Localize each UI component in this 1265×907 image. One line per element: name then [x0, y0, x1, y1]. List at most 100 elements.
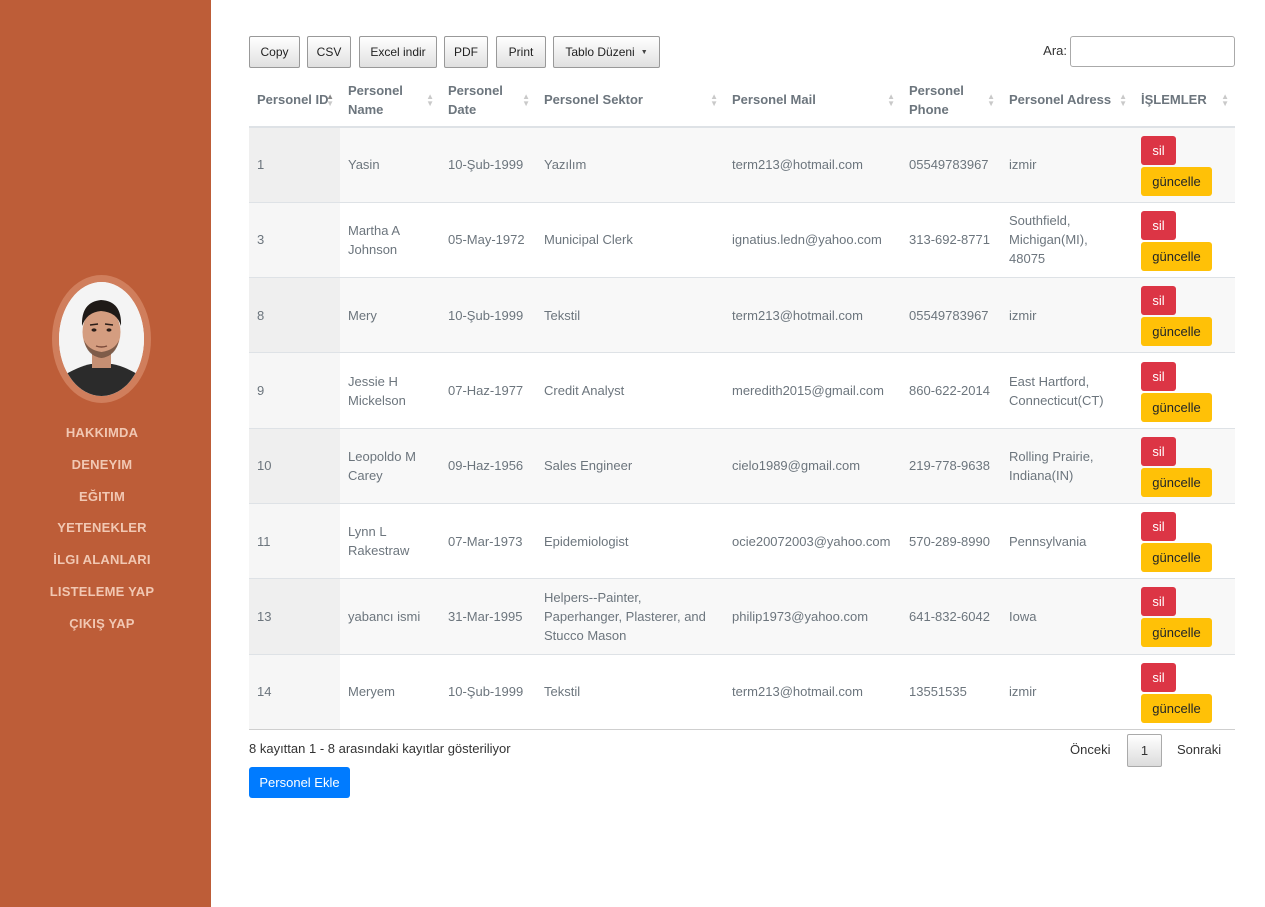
- column-header-actions[interactable]: İŞLEMLER ▲ ▼: [1133, 73, 1235, 128]
- cell-mail: term213@hotmail.com: [724, 653, 901, 730]
- previous-page-button[interactable]: Önceki: [1070, 742, 1110, 757]
- cell-date: 07-Haz-1977: [440, 352, 536, 429]
- add-personnel-button[interactable]: Personel Ekle: [249, 767, 350, 798]
- sort-icon: ▲ ▼: [326, 91, 334, 108]
- cell-id: 9: [249, 352, 340, 429]
- cell-actions: sil güncelle: [1133, 277, 1235, 353]
- caret-down-icon: ▼: [640, 48, 648, 56]
- cell-sector: Sales Engineer: [536, 427, 724, 504]
- cell-address: Southfield, Michigan(MI), 48075: [1001, 201, 1133, 278]
- cell-mail: ocie20072003@yahoo.com: [724, 502, 901, 579]
- cell-name: yabancı ismi: [340, 578, 440, 655]
- update-button[interactable]: güncelle: [1141, 693, 1212, 723]
- cell-address: izmir: [1001, 277, 1133, 353]
- delete-button[interactable]: sil: [1141, 587, 1176, 617]
- page-number-button[interactable]: 1: [1127, 734, 1162, 767]
- column-layout-dropdown[interactable]: Tablo Düzeni ▼: [553, 36, 660, 68]
- column-header-name[interactable]: Personel Name ▲ ▼: [340, 73, 440, 128]
- cell-id: 8: [249, 277, 340, 353]
- nav-item-listeleme-yap[interactable]: LISTELEME YAP: [0, 581, 204, 613]
- search-label: Ara:: [1043, 43, 1067, 58]
- nav-item-egitim[interactable]: EĞITIM: [0, 486, 204, 518]
- nav-item-deneyim[interactable]: DENEYIM: [0, 454, 204, 486]
- cell-phone: 05549783967: [901, 277, 1001, 353]
- cell-actions: sil güncelle: [1133, 578, 1235, 655]
- table-row: 8 Mery 10-Şub-1999 Tekstil term213@hotmail.c…: [249, 277, 1235, 353]
- sort-icon: ▲ ▼: [522, 91, 530, 108]
- column-header-mail[interactable]: Personel Mail ▲ ▼: [724, 73, 901, 128]
- cell-mail: term213@hotmail.com: [724, 277, 901, 353]
- update-button[interactable]: güncelle: [1141, 241, 1212, 271]
- table-row: 14 Meryem 10-Şub-1999 Tekstil term213@hotmai…: [249, 653, 1235, 730]
- column-header-date[interactable]: Personel Date ▲ ▼: [440, 73, 536, 128]
- cell-address: Pennsylvania: [1001, 502, 1133, 579]
- profile-photo-frame: [52, 275, 151, 403]
- cell-phone: 13551535: [901, 653, 1001, 730]
- column-header-id[interactable]: Personel ID ▲ ▼: [249, 73, 340, 128]
- nav-item-yetenekler[interactable]: YETENEKLER: [0, 517, 204, 549]
- sidebar-nav: HAKKIMDA DENEYIM EĞITIM YETENEKLER İLGI …: [0, 422, 204, 645]
- update-button[interactable]: güncelle: [1141, 618, 1212, 648]
- cell-id: 14: [249, 653, 340, 730]
- personnel-table: Personel ID ▲ ▼ Personel Name ▲ ▼ Personel D…: [249, 73, 1235, 730]
- update-button[interactable]: güncelle: [1141, 467, 1212, 497]
- cell-name: Lynn L Rakestraw: [340, 502, 440, 579]
- pdf-button[interactable]: PDF: [444, 36, 488, 68]
- cell-actions: sil güncelle: [1133, 126, 1235, 203]
- delete-button[interactable]: sil: [1141, 135, 1176, 165]
- delete-button[interactable]: sil: [1141, 512, 1176, 542]
- cell-date: 05-May-1972: [440, 201, 536, 278]
- update-button[interactable]: güncelle: [1141, 317, 1212, 347]
- delete-button[interactable]: sil: [1141, 210, 1176, 240]
- table-row: 1 Yasin 10-Şub-1999 Yazılım term213@hotmail.…: [249, 126, 1235, 203]
- delete-button[interactable]: sil: [1141, 361, 1176, 391]
- sort-icon: ▲ ▼: [1119, 91, 1127, 108]
- column-header-address[interactable]: Personel Adress ▲ ▼: [1001, 73, 1133, 128]
- column-header-sector[interactable]: Personel Sektor ▲ ▼: [536, 73, 724, 128]
- cell-name: Martha A Johnson: [340, 201, 440, 278]
- nav-item-cikis-yap[interactable]: ÇIKIŞ YAP: [0, 613, 204, 645]
- table-info-text: 8 kayıttan 1 - 8 arasındaki kayıtlar gös…: [249, 741, 511, 756]
- cell-id: 10: [249, 427, 340, 504]
- table-row: 13 yabancı ismi 31-Mar-1995 Helpers--Painte…: [249, 578, 1235, 655]
- cell-actions: sil güncelle: [1133, 427, 1235, 504]
- column-layout-label: Tablo Düzeni: [565, 45, 635, 59]
- column-header-label: Personel ID: [257, 92, 329, 107]
- cell-id: 11: [249, 502, 340, 579]
- sort-icon: ▲ ▼: [426, 91, 434, 108]
- csv-button[interactable]: CSV: [307, 36, 351, 68]
- sort-icon: ▲ ▼: [887, 91, 895, 108]
- cell-sector: Epidemiologist: [536, 502, 724, 579]
- table-row: 11 Lynn L Rakestraw 07-Mar-1973 Epidemiolog…: [249, 502, 1235, 579]
- cell-address: Iowa: [1001, 578, 1133, 655]
- cell-mail: meredith2015@gmail.com: [724, 352, 901, 429]
- column-header-label: Personel Sektor: [544, 92, 643, 107]
- nav-item-ilgi-alanlari[interactable]: İLGI ALANLARI: [0, 549, 204, 581]
- cell-phone: 570-289-8990: [901, 502, 1001, 579]
- cell-name: Leopoldo M Carey: [340, 427, 440, 504]
- copy-button[interactable]: Copy: [249, 36, 300, 68]
- cell-date: 09-Haz-1956: [440, 427, 536, 504]
- cell-actions: sil güncelle: [1133, 201, 1235, 278]
- update-button[interactable]: güncelle: [1141, 543, 1212, 573]
- cell-actions: sil güncelle: [1133, 352, 1235, 429]
- delete-button[interactable]: sil: [1141, 286, 1176, 316]
- column-header-phone[interactable]: Personel Phone ▲ ▼: [901, 73, 1001, 128]
- column-header-label: İŞLEMLER: [1141, 92, 1207, 107]
- table-body: 1 Yasin 10-Şub-1999 Yazılım term213@hotmail.…: [249, 126, 1235, 730]
- delete-button[interactable]: sil: [1141, 662, 1176, 692]
- update-button[interactable]: güncelle: [1141, 166, 1212, 196]
- excel-button[interactable]: Excel indir: [359, 36, 437, 68]
- update-button[interactable]: güncelle: [1141, 392, 1212, 422]
- cell-id: 1: [249, 126, 340, 203]
- cell-date: 10-Şub-1999: [440, 277, 536, 353]
- cell-address: Rolling Prairie, Indiana(IN): [1001, 427, 1133, 504]
- delete-button[interactable]: sil: [1141, 436, 1176, 466]
- print-button[interactable]: Print: [496, 36, 546, 68]
- cell-name: Meryem: [340, 653, 440, 730]
- nav-item-hakkimda[interactable]: HAKKIMDA: [0, 422, 204, 454]
- cell-sector: Municipal Clerk: [536, 201, 724, 278]
- pagination: Önceki 1 Sonraki: [1035, 734, 1235, 767]
- search-input[interactable]: [1070, 36, 1235, 67]
- next-page-button[interactable]: Sonraki: [1177, 742, 1221, 757]
